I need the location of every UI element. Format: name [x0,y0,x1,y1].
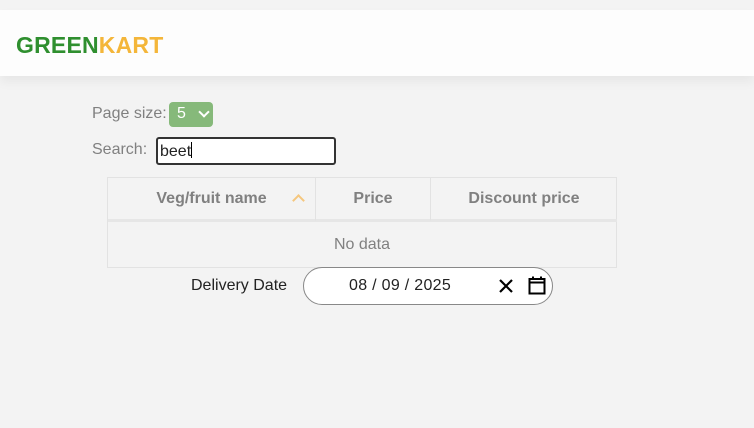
close-icon[interactable] [497,277,515,295]
page-size-select[interactable]: 5 [169,102,213,127]
text-caret [191,142,193,158]
delivery-date-value: 08 / 09 / 2025 [349,277,452,294]
column-header-name-label: Veg/fruit name [156,189,267,207]
chevron-down-icon [198,106,210,118]
brand-logo: GREENKART [16,32,163,59]
products-table: Veg/fruit name Price Discount price No d… [107,177,617,268]
header: GREENKART [0,10,754,76]
calendar-icon[interactable] [528,276,546,295]
chevron-up-icon [292,194,305,207]
search-input-value: beet [160,143,192,160]
column-header-price-label: Price [353,189,393,207]
column-header-price[interactable]: Price [316,178,431,222]
delivery-date-input[interactable]: 08 / 09 / 2025 [303,267,553,305]
column-header-discount-price[interactable]: Discount price [431,178,617,222]
column-header-name[interactable]: Veg/fruit name [108,178,316,222]
search-input[interactable]: beet [156,137,336,165]
delivery-date-label: Delivery Date [191,277,288,294]
page-size-value: 5 [177,105,186,122]
brand-kart: KART [98,32,164,58]
search-label: Search: [92,141,148,158]
page-size-label: Page size: [92,105,167,122]
empty-table-message: No data [333,236,391,253]
brand-green: GREEN [16,32,99,58]
column-header-discount-label: Discount price [468,189,580,207]
